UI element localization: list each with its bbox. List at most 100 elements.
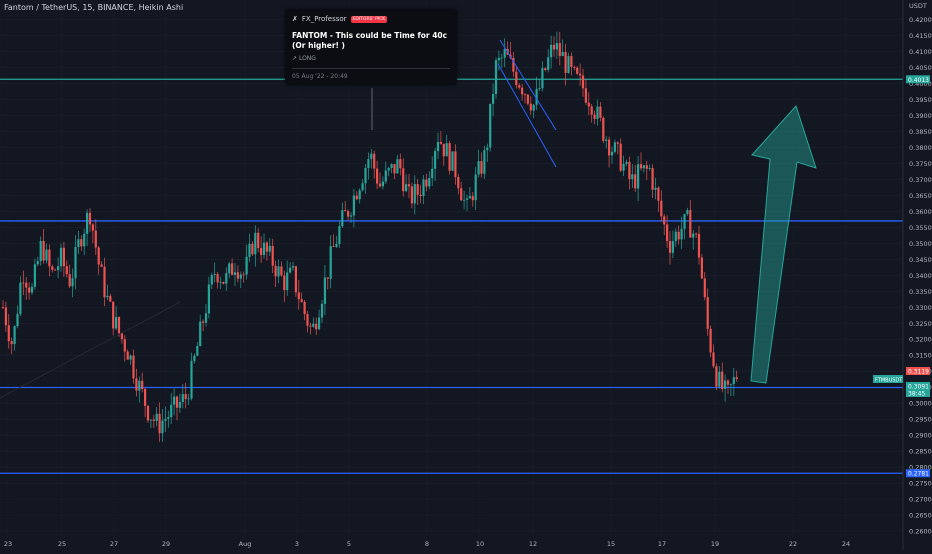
candle-bearish — [283, 275, 286, 291]
candle-bullish — [547, 57, 550, 70]
candle-bullish — [71, 278, 74, 287]
candle-bullish — [254, 232, 257, 255]
price-tick-label: 0.2950 — [909, 416, 932, 424]
candle-bullish — [286, 272, 289, 291]
candle-bullish — [451, 151, 454, 171]
candle-bearish — [309, 325, 312, 327]
candle-bullish — [338, 226, 341, 244]
candle-bearish — [146, 405, 150, 421]
price-chart[interactable]: USDT0.42000.41500.41000.40500.40000.3950… — [0, 0, 932, 550]
candle-bearish — [619, 143, 622, 171]
candle-bullish — [387, 167, 390, 171]
candle-bullish — [106, 295, 109, 298]
candle-bearish — [326, 277, 329, 279]
candle-bearish — [668, 241, 672, 253]
candle-bullish — [16, 313, 19, 327]
candle-bearish — [735, 377, 738, 379]
level-price-text: 0.4013 — [908, 77, 929, 84]
candle-bearish — [666, 224, 669, 242]
level-price-text: 0.2781 — [908, 471, 929, 478]
candle-bearish — [7, 325, 10, 342]
candle-bullish — [352, 195, 355, 216]
candle-bullish — [219, 281, 222, 283]
candle-bullish — [364, 167, 367, 184]
price-tick-label: 0.3900 — [909, 112, 932, 120]
candle-bullish — [637, 164, 640, 189]
idea-direction: ↗ LONG — [292, 55, 316, 62]
candle-bullish — [59, 247, 63, 267]
candle-bullish — [196, 346, 199, 356]
time-tick-label: 5 — [347, 540, 351, 548]
candle-bearish — [677, 231, 680, 240]
price-tag-text: 38:45 — [908, 391, 925, 398]
candle-bullish — [323, 277, 326, 304]
candle-bearish — [347, 211, 350, 217]
candle-bullish — [405, 184, 408, 192]
idea-divider — [292, 68, 450, 69]
candle-bearish — [521, 87, 524, 95]
idea-author[interactable]: FX_Professor — [302, 15, 347, 23]
candle-bearish — [689, 210, 692, 238]
candle-bearish — [216, 274, 219, 283]
chart-area[interactable]: USDT 0.4200 0.4150 0.4100 0.4050 0.4000 0.3950… — [0, 0, 932, 550]
candle-bullish — [173, 396, 176, 405]
candle-bullish — [335, 243, 338, 247]
candle-bullish — [483, 150, 486, 174]
candle-bullish — [381, 181, 384, 187]
price-tag-text: 0.3119 — [908, 369, 929, 376]
price-tick-label: 0.3000 — [909, 400, 932, 408]
price-tick-label: 0.4150 — [909, 32, 932, 40]
price-tick-label: 0.3200 — [909, 336, 932, 344]
candle-bearish — [297, 292, 300, 300]
candle-bearish — [442, 143, 445, 157]
price-tick-label: 0.3550 — [909, 224, 932, 232]
candle-bearish — [706, 297, 709, 329]
candle-bullish — [692, 233, 695, 238]
time-tick-label: 10 — [476, 540, 484, 548]
candle-bearish — [54, 269, 57, 271]
candle-bearish — [10, 341, 13, 345]
candle-bullish — [349, 215, 353, 217]
candle-bearish — [123, 339, 126, 352]
candle-bearish — [315, 323, 318, 330]
candle-bearish — [700, 257, 703, 279]
candle-bearish — [274, 265, 277, 277]
candle-bearish — [721, 371, 724, 389]
candle-bearish — [109, 295, 112, 302]
candle-bullish — [312, 323, 315, 327]
candle-bullish — [642, 165, 645, 169]
candle-bearish — [132, 355, 135, 379]
candle-bullish — [718, 371, 721, 387]
candle-bearish — [332, 246, 335, 247]
candle-bullish — [320, 303, 324, 318]
candle-bearish — [42, 240, 45, 261]
candle-bearish — [573, 66, 576, 68]
candle-bearish — [22, 282, 25, 284]
price-tick-label: 0.3650 — [909, 192, 932, 200]
candle-bullish — [115, 316, 118, 329]
candle-bearish — [236, 272, 239, 279]
candle-bearish — [608, 139, 611, 156]
candle-bullish — [318, 317, 321, 330]
price-tick-label: 0.4100 — [909, 48, 932, 56]
trend-line[interactable] — [0, 301, 181, 399]
idea-title[interactable]: FANTOM - This could be Time for 40c (Or … — [292, 31, 454, 51]
idea-card[interactable]: ✗ FX_Professor EDITORS' PICK FANTOM - Th… — [285, 9, 457, 85]
candle-bearish — [80, 239, 83, 247]
candle-bullish — [671, 241, 674, 253]
target-up-arrow[interactable] — [750, 105, 817, 384]
candle-bearish — [48, 249, 51, 267]
candle-bearish — [103, 266, 106, 298]
candle-bearish — [587, 102, 590, 107]
candle-bullish — [683, 214, 686, 229]
candle-bearish — [634, 174, 637, 189]
candle-bearish — [376, 168, 379, 184]
price-tick-label: 0.3500 — [909, 240, 932, 248]
candle-bullish — [390, 164, 393, 168]
candle-bearish — [399, 159, 402, 169]
candle-bearish — [91, 224, 94, 231]
candle-bearish — [712, 352, 715, 367]
candle-bullish — [207, 284, 210, 314]
candle-bullish — [384, 170, 387, 182]
candle-bearish — [407, 184, 411, 187]
